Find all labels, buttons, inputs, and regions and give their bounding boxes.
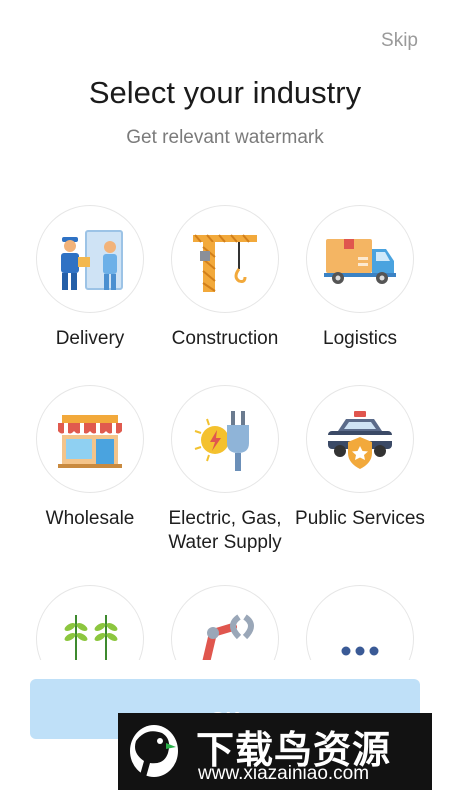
robot-arm-icon (171, 585, 279, 660)
industry-label: Wholesale (45, 508, 135, 529)
crane-icon (171, 205, 279, 313)
plug-icon (171, 385, 279, 493)
truck-icon (306, 205, 414, 313)
watermark-url: www.xiazainiao.com (198, 763, 370, 784)
crops-icon (36, 585, 144, 660)
industry-label: Electric, Gas, Water Supply (168, 508, 282, 553)
industry-label: Delivery (55, 328, 125, 349)
storefront-icon (36, 385, 144, 493)
more-dots-icon (306, 585, 414, 660)
bird-logo-icon (130, 725, 178, 777)
industry-grid: Delivery Construction Logistics Wholesal… (0, 0, 450, 660)
industry-label: Public Services (295, 508, 425, 529)
delivery-icon (36, 205, 144, 313)
police-car-icon (306, 385, 414, 493)
industry-label: Logistics (323, 328, 397, 349)
industry-label: Construction (171, 328, 279, 349)
watermark-banner: 下载鸟资源 www.xiazainiao.com (118, 713, 432, 790)
